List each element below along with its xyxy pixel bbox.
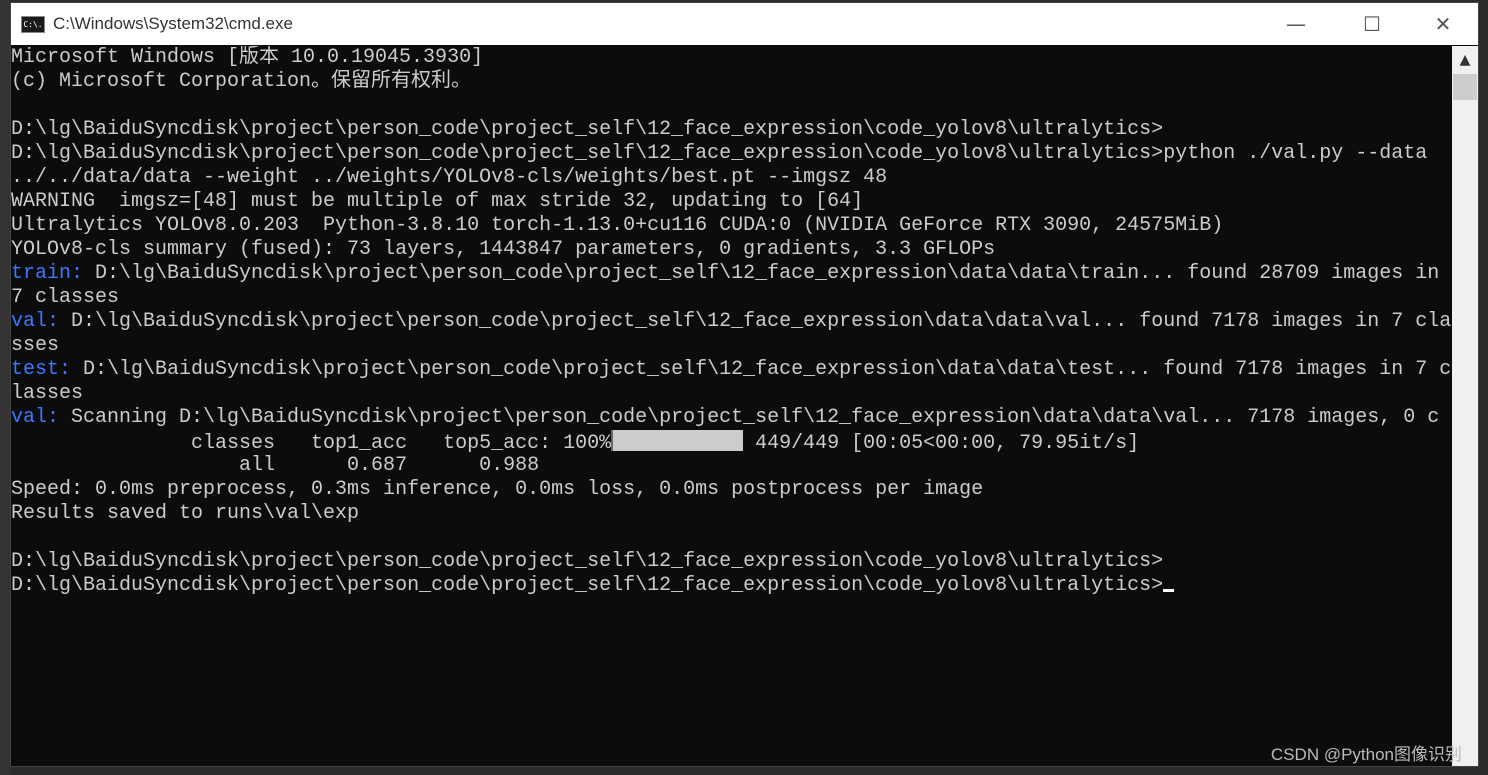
progress-line: classes top1_acc top5_acc: 100% 449/449 … xyxy=(11,430,1451,455)
terminal-line: Microsoft Windows [版本 10.0.19045.3930] xyxy=(11,46,1451,70)
line-text: 7 classes xyxy=(11,286,120,309)
line-text: D:\lg\BaiduSyncdisk\project\person_code\… xyxy=(59,310,1451,333)
line-text: D:\lg\BaiduSyncdisk\project\person_code\… xyxy=(11,118,1164,141)
progress-suffix: 449/449 [00:05<00:00, 79.95it/s] xyxy=(743,432,1140,455)
vertical-scrollbar[interactable]: ▲ xyxy=(1452,46,1478,766)
terminal-line: YOLOv8-cls summary (fused): 73 layers, 1… xyxy=(11,238,1451,262)
line-text: all 0.687 0.988 xyxy=(11,454,540,477)
terminal-line: val: D:\lg\BaiduSyncdisk\project\person_… xyxy=(11,310,1451,334)
terminal-line: D:\lg\BaiduSyncdisk\project\person_code\… xyxy=(11,550,1451,574)
cursor xyxy=(1163,589,1175,592)
cmd-window: C:\. C:\Windows\System32\cmd.exe — ☐ ✕ M… xyxy=(10,2,1479,767)
terminal-line: all 0.687 0.988 xyxy=(11,454,1451,478)
line-text: D:\lg\BaiduSyncdisk\project\person_code\… xyxy=(11,574,1164,597)
line-text: lasses xyxy=(11,382,84,405)
line-text: Results saved to runs\val\exp xyxy=(11,502,360,525)
terminal-line: D:\lg\BaiduSyncdisk\project\person_code\… xyxy=(11,118,1451,142)
window-title: C:\Windows\System32\cmd.exe xyxy=(53,14,293,33)
progress-bar xyxy=(611,430,744,451)
line-label: val: xyxy=(11,310,60,333)
line-text: (c) Microsoft Corporation。保留所有权利。 xyxy=(11,70,472,93)
cmd-icon: C:\. xyxy=(21,15,45,33)
terminal-line: WARNING imgsz=[48] must be multiple of m… xyxy=(11,190,1451,214)
line-text: D:\lg\BaiduSyncdisk\project\person_code\… xyxy=(83,262,1440,285)
line-text: ../../data/data --weight ../weights/YOLO… xyxy=(11,166,888,189)
line-text: YOLOv8-cls summary (fused): 73 layers, 1… xyxy=(11,238,996,261)
line-text: Ultralytics YOLOv8.0.203 Python-3.8.10 t… xyxy=(11,214,1224,237)
line-text: D:\lg\BaiduSyncdisk\project\person_code\… xyxy=(71,358,1451,381)
line-text: D:\lg\BaiduSyncdisk\project\person_code\… xyxy=(11,142,1428,165)
scrollbar-thumb[interactable] xyxy=(1453,74,1477,100)
background-editor xyxy=(0,0,10,775)
terminal-line: (c) Microsoft Corporation。保留所有权利。 xyxy=(11,70,1451,94)
line-label: train: xyxy=(11,262,84,285)
terminal-line: D:\lg\BaiduSyncdisk\project\person_code\… xyxy=(11,142,1451,166)
title-bar[interactable]: C:\. C:\Windows\System32\cmd.exe — ☐ ✕ xyxy=(11,3,1478,45)
terminal-line: test: D:\lg\BaiduSyncdisk\project\person… xyxy=(11,358,1451,382)
line-label: test: xyxy=(11,358,72,381)
terminal-line: 7 classes xyxy=(11,286,1451,310)
progress-prefix: classes top1_acc top5_acc: 100% xyxy=(11,432,612,455)
terminal-line: val: Scanning D:\lg\BaiduSyncdisk\projec… xyxy=(11,406,1451,430)
terminal-output[interactable]: Microsoft Windows [版本 10.0.19045.3930] (c… xyxy=(11,46,1451,766)
terminal-line: Results saved to runs\val\exp xyxy=(11,502,1451,526)
terminal-line: lasses xyxy=(11,382,1451,406)
line-text: Speed: 0.0ms preprocess, 0.3ms inference… xyxy=(11,478,984,501)
line-text: WARNING imgsz=[48] must be multiple of m… xyxy=(11,190,864,213)
line-label: val: xyxy=(11,406,60,429)
terminal-line: D:\lg\BaiduSyncdisk\project\person_code\… xyxy=(11,574,1451,598)
line-text: Scanning D:\lg\BaiduSyncdisk\project\per… xyxy=(59,406,1440,429)
line-text: D:\lg\BaiduSyncdisk\project\person_code\… xyxy=(11,550,1164,573)
line-text: sses xyxy=(11,334,60,357)
minimize-button[interactable]: — xyxy=(1261,3,1331,45)
line-text: Microsoft Windows [版本 10.0.19045.3930] xyxy=(11,46,484,69)
maximize-button[interactable]: ☐ xyxy=(1337,3,1407,45)
scroll-up-arrow-icon[interactable]: ▲ xyxy=(1452,52,1478,68)
watermark: CSDN @Python图像识别 xyxy=(1270,745,1462,764)
close-button[interactable]: ✕ xyxy=(1408,3,1478,45)
terminal-line: sses xyxy=(11,334,1451,358)
terminal-line: Ultralytics YOLOv8.0.203 Python-3.8.10 t… xyxy=(11,214,1451,238)
terminal-line: Speed: 0.0ms preprocess, 0.3ms inference… xyxy=(11,478,1451,502)
terminal-line: ../../data/data --weight ../weights/YOLO… xyxy=(11,166,1451,190)
terminal-line: train: D:\lg\BaiduSyncdisk\project\perso… xyxy=(11,262,1451,286)
